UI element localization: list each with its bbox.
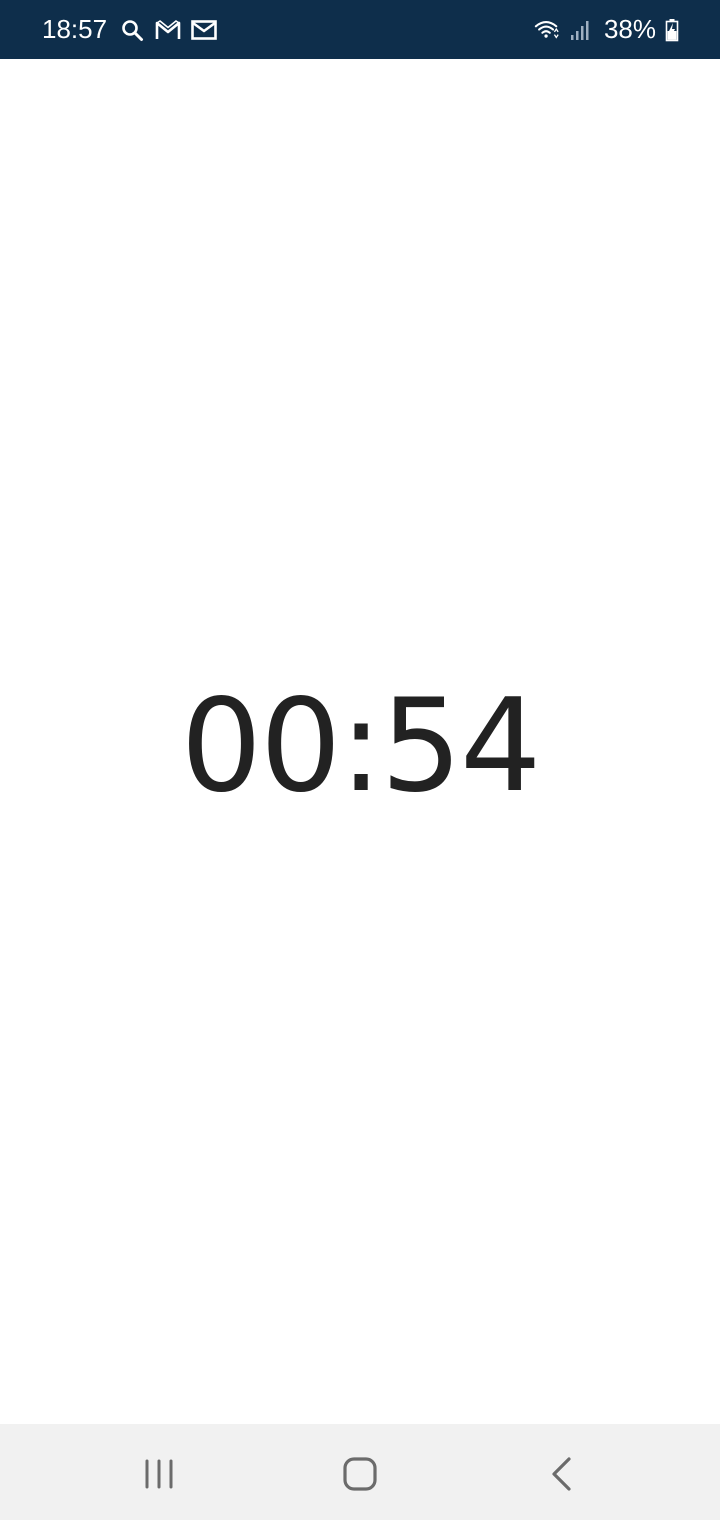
- battery-percent: 38%: [603, 14, 656, 44]
- gmail-icon: [155, 17, 181, 43]
- home-icon: [343, 1457, 377, 1491]
- screen: 18:57 38% 00:54: [0, 0, 720, 1520]
- status-left: 18:57: [42, 14, 217, 45]
- navigation-bar: [0, 1424, 720, 1520]
- wifi-icon: [534, 17, 560, 43]
- home-button[interactable]: [330, 1444, 390, 1504]
- recent-apps-icon: [145, 1459, 173, 1489]
- battery-charging-icon: [664, 17, 680, 43]
- recent-apps-button[interactable]: [129, 1444, 189, 1504]
- main-content: 00:54: [0, 59, 720, 1424]
- back-button[interactable]: [532, 1444, 592, 1504]
- signal-icon: [568, 17, 594, 43]
- back-icon: [552, 1457, 571, 1491]
- search-icon: [119, 17, 145, 43]
- status-bar: 18:57 38%: [0, 0, 720, 59]
- status-time: 18:57: [42, 14, 108, 44]
- timer-display: 00:54: [180, 672, 542, 821]
- status-right: 38%: [534, 14, 680, 45]
- mail-icon: [191, 17, 217, 43]
